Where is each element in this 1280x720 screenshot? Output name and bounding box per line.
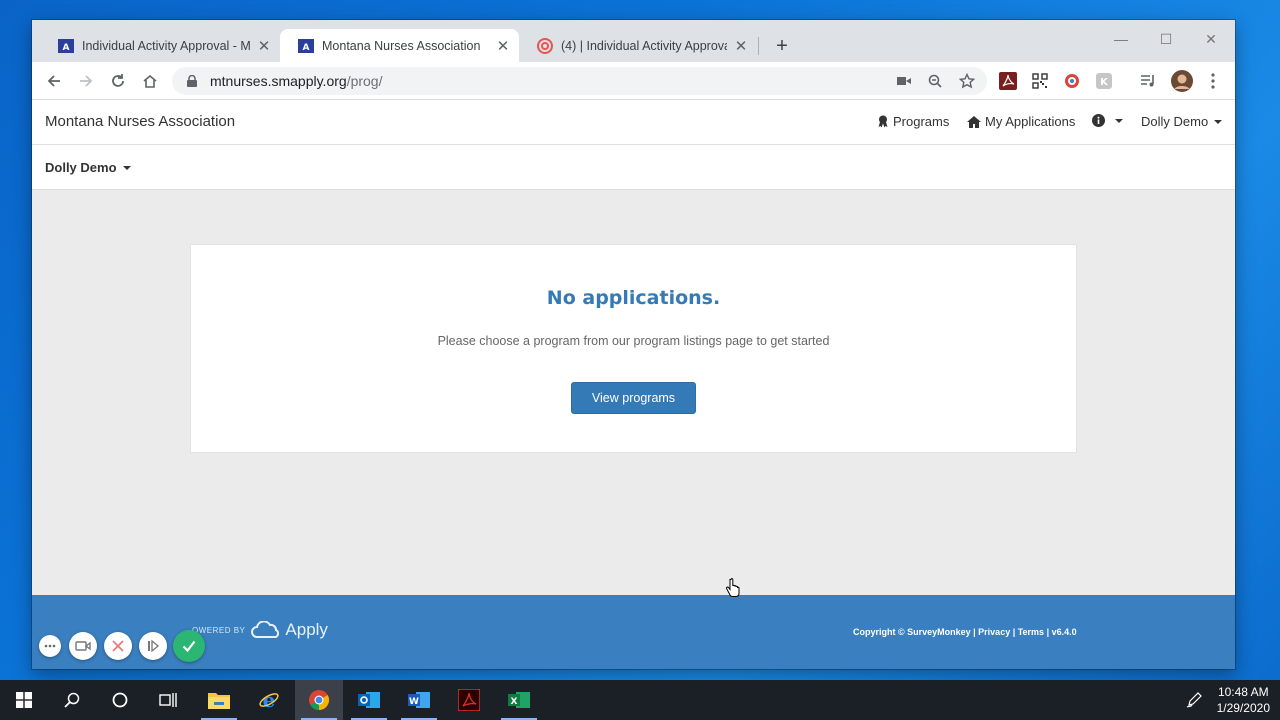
tab-separator	[758, 37, 759, 55]
recorder-done-icon[interactable]	[173, 630, 205, 662]
tab-individual-activity-approval[interactable]: A Individual Activity Approval - Mc ✕	[40, 29, 280, 62]
windows-taskbar: e W X 10:48 AM 1/29/2020	[0, 680, 1280, 720]
new-tab-icon[interactable]: +	[770, 34, 794, 58]
site-brand[interactable]: Montana Nurses Association	[45, 113, 235, 130]
camera-icon[interactable]	[894, 71, 914, 91]
taskbar-clock[interactable]: 10:48 AM 1/29/2020	[1217, 684, 1270, 716]
svg-text:A: A	[63, 43, 70, 53]
chevron-down-icon	[1214, 119, 1223, 124]
info-dropdown[interactable]	[1092, 114, 1123, 127]
extension-k-icon[interactable]: K	[1094, 71, 1114, 91]
mna-favicon-icon: A	[298, 38, 314, 54]
smapply-favicon-icon	[537, 37, 553, 54]
word-icon[interactable]: W	[395, 680, 443, 720]
powered-by-label: OWERED BY	[192, 625, 246, 635]
bookmark-star-icon[interactable]	[957, 71, 977, 91]
empty-state-card: No applications. Please choose a program…	[190, 244, 1077, 453]
adobe-acrobat-icon[interactable]	[998, 71, 1018, 91]
tab-individual-activity-approval-4[interactable]: (4) | Individual Activity Approval ✕	[519, 29, 757, 62]
profile-avatar[interactable]	[1170, 69, 1194, 93]
tab-close-icon[interactable]: ✕	[256, 38, 272, 55]
view-programs-button[interactable]: View programs	[571, 382, 696, 414]
svg-text:A: A	[303, 43, 310, 53]
mna-favicon-icon: A	[58, 38, 74, 54]
recorder-pause-icon[interactable]	[139, 632, 167, 660]
acrobat-icon[interactable]	[445, 680, 493, 720]
tab-close-icon[interactable]: ✕	[495, 38, 511, 55]
svg-text:e: e	[263, 689, 276, 711]
browser-window: A Individual Activity Approval - Mc ✕ A …	[32, 20, 1235, 669]
lock-icon	[184, 75, 200, 87]
tab-title: Montana Nurses Association	[322, 38, 481, 53]
tab-title: Individual Activity Approval - Mc	[82, 38, 250, 53]
empty-state-heading: No applications.	[546, 287, 721, 309]
reload-icon[interactable]	[106, 69, 130, 93]
address-bar[interactable]: mtnurses.smapply.org/prog/	[172, 67, 987, 95]
menu-more-icon[interactable]	[1203, 71, 1223, 91]
apply-logo-text: Apply	[285, 620, 328, 639]
tab-montana-nurses-association[interactable]: A Montana Nurses Association ✕	[280, 29, 519, 62]
cortana-icon[interactable]	[96, 680, 144, 720]
programs-award-icon	[877, 115, 889, 128]
user-menu-label: Dolly Demo	[1141, 114, 1209, 129]
hand-pointer-cursor-icon	[726, 578, 740, 603]
chevron-down-icon	[122, 165, 131, 170]
clock-date: 1/29/2020	[1216, 701, 1270, 715]
forward-icon[interactable]	[74, 69, 98, 93]
internet-explorer-icon[interactable]: e	[245, 680, 293, 720]
recorder-camera-icon[interactable]	[69, 632, 97, 660]
pen-workspace-icon[interactable]	[1170, 680, 1218, 720]
search-icon[interactable]	[48, 680, 96, 720]
zoom-out-icon[interactable]	[925, 71, 945, 91]
qr-code-icon[interactable]	[1030, 71, 1050, 91]
excel-icon[interactable]: X	[495, 680, 543, 720]
tab-strip: A Individual Activity Approval - Mc ✕ A …	[32, 20, 1235, 62]
powered-by[interactable]: OWERED BY Apply	[192, 620, 328, 640]
browser-toolbar: mtnurses.smapply.org/prog/ K	[32, 62, 1235, 100]
info-icon	[1092, 114, 1105, 127]
chevron-down-icon	[1115, 118, 1123, 123]
site-footer: OWERED BY Apply Copyright © SurveyMonkey…	[32, 595, 1235, 669]
minimize-icon[interactable]: —	[1098, 24, 1144, 54]
apply-cloud-logo-icon	[251, 621, 281, 639]
page-content: Montana Nurses Association Programs My A…	[32, 100, 1235, 669]
nav-my-applications-label: My Applications	[985, 114, 1076, 129]
clock-time: 10:48 AM	[1217, 685, 1269, 699]
subnav-user-label: Dolly Demo	[45, 160, 117, 175]
svg-text:X: X	[511, 697, 518, 707]
home-icon	[967, 115, 981, 128]
tab-title: (4) | Individual Activity Approval	[561, 38, 727, 53]
url-path: /prog/	[346, 73, 383, 89]
footer-copyright[interactable]: Copyright © SurveyMonkey | Privacy | Ter…	[853, 627, 1077, 637]
tab-close-icon[interactable]: ✕	[733, 38, 749, 55]
home-icon[interactable]	[138, 69, 162, 93]
svg-text:W: W	[409, 697, 419, 707]
media-playlist-icon[interactable]	[1138, 71, 1158, 91]
nav-programs-label: Programs	[893, 114, 950, 129]
windows-start-icon[interactable]	[0, 680, 48, 720]
nav-programs[interactable]: Programs	[877, 114, 949, 129]
maximize-icon[interactable]: ☐	[1143, 24, 1189, 54]
recorder-more-icon[interactable]	[39, 635, 61, 657]
recorder-cancel-icon[interactable]	[104, 632, 132, 660]
sub-header: Dolly Demo	[32, 145, 1235, 190]
site-header: Montana Nurses Association Programs My A…	[32, 100, 1235, 145]
back-icon[interactable]	[42, 69, 66, 93]
nav-my-applications[interactable]: My Applications	[967, 114, 1075, 129]
task-view-icon[interactable]	[144, 680, 192, 720]
svg-text:K: K	[1100, 77, 1109, 88]
file-explorer-icon[interactable]	[195, 680, 243, 720]
close-window-icon[interactable]: ✕	[1188, 24, 1234, 54]
url-host: mtnurses.smapply.org	[210, 73, 347, 89]
user-menu-dropdown[interactable]: Dolly Demo	[1141, 114, 1223, 129]
subnav-user-dropdown[interactable]: Dolly Demo	[45, 160, 131, 175]
chrome-icon[interactable]	[295, 680, 343, 720]
empty-state-message: Please choose a program from our program…	[437, 334, 830, 348]
outlook-icon[interactable]	[345, 680, 393, 720]
extension-circle-icon[interactable]	[1062, 71, 1082, 91]
